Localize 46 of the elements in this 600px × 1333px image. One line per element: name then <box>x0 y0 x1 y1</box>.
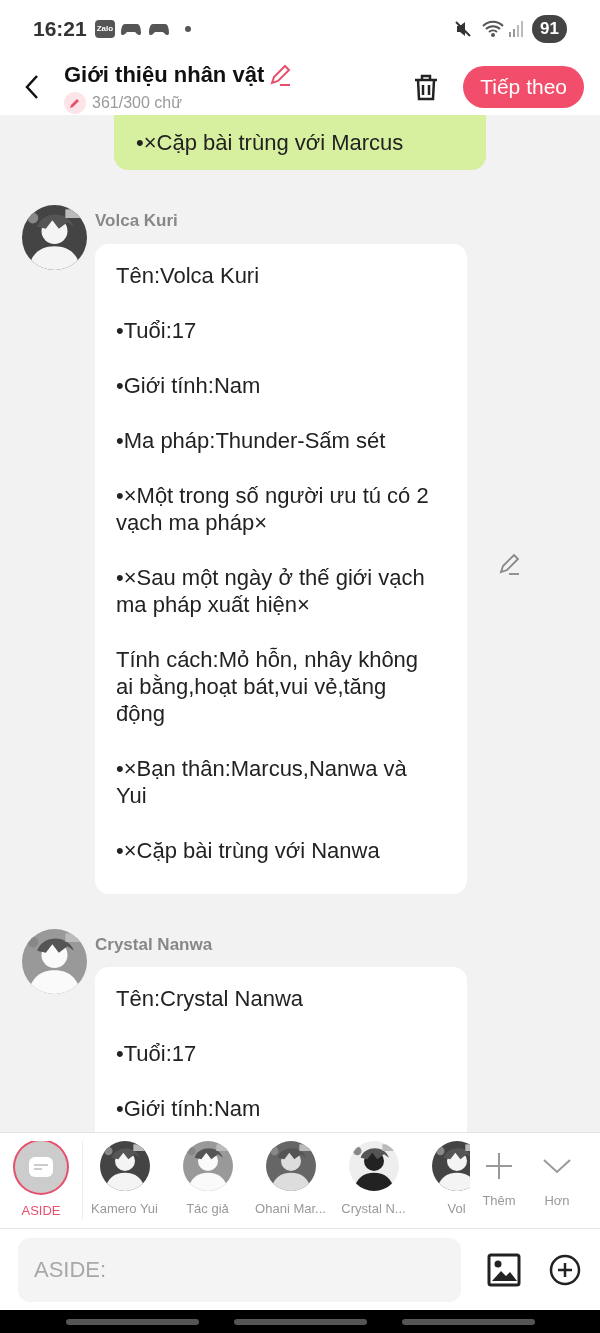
pencil-icon <box>64 92 86 114</box>
message-text: Tính cách:Mỏ hỗn, nhây không ai bằng,hoạt bát,vui vẻ,tăng động <box>116 645 420 727</box>
word-count: 361/300 chữ <box>92 93 182 113</box>
message-text: •Tuổi:17 <box>116 1040 198 1067</box>
signal-icon <box>508 20 525 38</box>
character-label[interactable]: Tác giả <box>186 1198 229 1219</box>
message-text: Tên:Crystal Nanwa <box>116 985 305 1012</box>
message-input[interactable]: ASIDE: <box>18 1237 461 1302</box>
character-label[interactable]: Kamero Yui <box>91 1198 158 1219</box>
page-title: Giới thiệu nhân vật <box>64 61 265 89</box>
edit-icon[interactable] <box>268 62 293 87</box>
message-text: •×Sau một ngày ở thế giới vạch ma pháp xuất hiện× <box>116 563 426 618</box>
image-icon[interactable] <box>487 1252 521 1287</box>
wifi-icon <box>482 20 505 38</box>
gamepad-icon <box>121 21 144 37</box>
message-text: •×Bạn thân:Marcus,Nanwa và Yui <box>116 754 408 809</box>
add-icon[interactable] <box>549 1253 581 1286</box>
message-text: •Giới tính:Nam <box>116 1095 262 1122</box>
trash-icon[interactable] <box>413 72 440 101</box>
action-label[interactable]: Hơn <box>544 1190 570 1211</box>
character-label[interactable]: Ohani Mar... <box>255 1198 326 1219</box>
action-label[interactable]: Thêm <box>482 1190 516 1211</box>
back-icon[interactable] <box>24 73 40 100</box>
character-label[interactable]: Vol <box>447 1198 466 1219</box>
message-text: •Giới tính:Nam <box>116 371 262 399</box>
plus-icon[interactable] <box>485 1151 513 1180</box>
character-label[interactable]: ASIDE <box>21 1200 61 1221</box>
note-icon <box>28 1155 54 1178</box>
message-text: •×Cặp bài trùng với Nanwa <box>116 836 381 864</box>
message-text: •×Cặp bài trùng với Marcus <box>136 129 404 156</box>
message-text: •Tuổi:17 <box>116 316 198 344</box>
battery-indicator: 91 <box>532 15 567 43</box>
character-label[interactable]: Crystal N... <box>341 1198 406 1219</box>
character-name: Volca Kuri <box>95 210 179 232</box>
mute-icon <box>454 20 473 38</box>
character-name: Crystal Nanwa <box>95 933 214 956</box>
next-button[interactable]: Tiếp theo <box>463 65 584 108</box>
status-time: 16:21 <box>33 16 87 43</box>
message-text: Tên:Volca Kuri <box>116 261 261 289</box>
gamepad-icon <box>149 21 172 37</box>
chevron-down-icon[interactable] <box>543 1157 571 1174</box>
aside-avatar[interactable] <box>15 1140 67 1193</box>
message-text: •×Một trong số người ưu tú có 2 vạch ma pháp× <box>116 481 430 536</box>
app-badge: Zalo <box>94 20 116 38</box>
message-text: •Ma pháp:Thunder-Sấm sét <box>116 426 387 454</box>
edit-icon[interactable] <box>497 551 521 576</box>
